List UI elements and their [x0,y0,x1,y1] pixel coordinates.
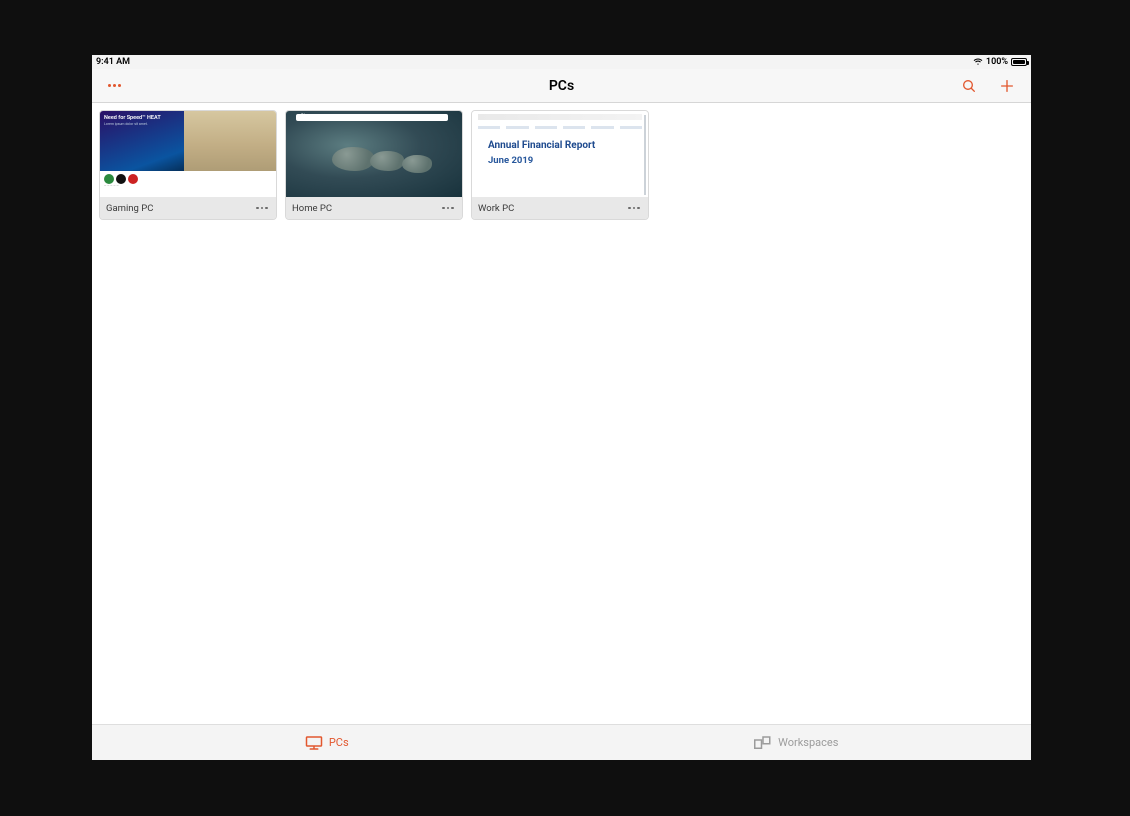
more-button[interactable] [104,76,124,96]
pc-card-more-button[interactable] [254,200,270,216]
pc-card-bar: Home PC [286,197,462,219]
pc-card-more-button[interactable] [440,200,456,216]
wifi-icon [973,58,983,66]
app-window: 9:41 AM 100% PCs [92,55,1031,760]
ellipsis-icon [628,207,640,210]
pc-card-more-button[interactable] [626,200,642,216]
ellipsis-icon [256,207,268,210]
battery-icon [1011,58,1027,66]
tab-bar: PCs Workspaces [92,724,1031,760]
pc-card-bar: Work PC [472,197,648,219]
page-title: PCs [92,78,1031,94]
search-button[interactable] [959,76,979,96]
thumb-headline: Need for Speed™ HEAT [104,115,180,121]
pc-grid: Need for Speed™ HEAT Lorem ipsum dolor s… [92,103,1031,724]
thumb-report-title: Annual Financial Report [478,140,598,152]
status-bar: 9:41 AM 100% [92,55,1031,69]
ellipsis-icon [108,84,121,87]
tab-workspaces[interactable]: Workspaces [562,725,1032,760]
pc-card-gaming[interactable]: Need for Speed™ HEAT Lorem ipsum dolor s… [99,110,277,220]
monitor-icon [305,736,323,750]
plus-icon [999,78,1015,94]
pc-card-label: Work PC [478,203,514,214]
thumb-report-date: June 2019 [478,155,642,166]
tab-label: Workspaces [778,736,838,749]
nav-bar: PCs [92,69,1031,103]
search-icon [961,78,977,94]
status-time: 9:41 AM [96,57,130,67]
tab-pcs[interactable]: PCs [92,725,562,760]
pc-card-home[interactable]: Bing Home PC [285,110,463,220]
status-battery-pct: 100% [986,57,1008,67]
pc-card-label: Gaming PC [106,203,153,214]
ellipsis-icon [442,207,454,210]
pc-card-bar: Gaming PC [100,197,276,219]
add-button[interactable] [997,76,1017,96]
pc-card-work[interactable]: Annual Financial Report June 2019 Work P… [471,110,649,220]
tab-label: PCs [329,736,349,749]
pc-thumbnail: Need for Speed™ HEAT Lorem ipsum dolor s… [100,111,276,197]
pc-thumbnail: Bing [286,111,462,197]
workspaces-icon [754,736,772,750]
pc-thumbnail: Annual Financial Report June 2019 [472,111,648,197]
pc-card-label: Home PC [292,203,332,214]
thumb-brand: Bing [301,114,310,119]
